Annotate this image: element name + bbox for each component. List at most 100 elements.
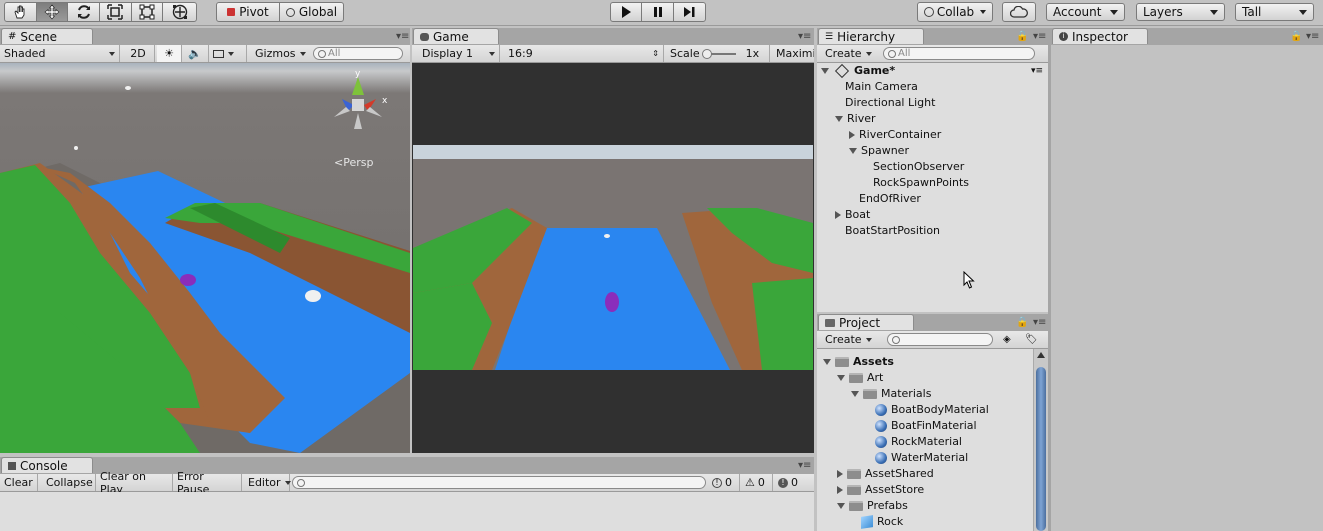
chevron-right-icon[interactable]: [837, 486, 843, 494]
console-search-input[interactable]: [292, 476, 706, 489]
scale-slider-thumb[interactable]: [701, 48, 712, 59]
lighting-toggle[interactable]: ☀: [157, 45, 182, 62]
gizmos-dropdown[interactable]: Gizmos: [251, 45, 308, 62]
tab-scene[interactable]: # Scene: [1, 28, 93, 44]
project-item[interactable]: Assets: [823, 354, 894, 370]
project-create-dropdown[interactable]: Create: [821, 331, 877, 348]
maximize-toggle[interactable]: Maximi: [772, 45, 814, 62]
info-toggle[interactable]: ! 0: [708, 474, 740, 491]
project-item[interactable]: AssetStore: [837, 482, 924, 498]
chevron-down-icon[interactable]: [851, 391, 859, 397]
2d-toggle[interactable]: 2D: [122, 45, 155, 62]
hierarchy-item[interactable]: EndOfRiver: [849, 191, 921, 207]
project-search-input[interactable]: [887, 333, 993, 346]
layers-dropdown[interactable]: Layers: [1136, 3, 1225, 21]
global-button[interactable]: Global: [280, 3, 343, 21]
project-item[interactable]: Art: [837, 370, 883, 386]
hierarchy-item[interactable]: RockSpawnPoints: [863, 175, 969, 191]
collab-button[interactable]: Collab: [917, 2, 993, 22]
hierarchy-item[interactable]: River: [835, 111, 876, 127]
panel-menu-icon[interactable]: ▾≡: [1033, 31, 1046, 42]
step-button[interactable]: [674, 3, 705, 21]
tab-inspector[interactable]: i Inspector: [1052, 28, 1148, 44]
effects-dropdown[interactable]: [209, 45, 247, 62]
layout-dropdown[interactable]: Tall: [1235, 3, 1314, 21]
scroll-up-arrow[interactable]: [1037, 352, 1045, 358]
hierarchy-item[interactable]: Spawner: [849, 143, 909, 159]
hierarchy-item[interactable]: Directional Light: [835, 95, 935, 111]
tab-console[interactable]: Console: [1, 457, 93, 473]
panel-menu-icon[interactable]: ▾≡: [798, 31, 811, 42]
tab-project[interactable]: Project: [818, 314, 914, 330]
error-toggle[interactable]: ! 0: [774, 474, 808, 491]
project-scrollbar[interactable]: [1033, 349, 1048, 531]
game-viewport[interactable]: [412, 63, 814, 453]
move-tool-icon[interactable]: [36, 3, 69, 21]
project-item[interactable]: AssetShared: [837, 466, 934, 482]
pause-button[interactable]: [642, 3, 674, 21]
shading-dropdown[interactable]: Shaded: [0, 45, 120, 62]
console-log-area[interactable]: [0, 492, 814, 531]
hand-tool-icon[interactable]: [5, 3, 37, 21]
panel-menu-icon[interactable]: ▾≡: [798, 460, 811, 471]
chevron-down-icon[interactable]: [821, 68, 829, 74]
panel-menu-icon[interactable]: ▾≡: [1306, 31, 1319, 42]
project-item[interactable]: RockMaterial: [865, 434, 962, 450]
rotate-tool-icon[interactable]: [68, 3, 101, 21]
project-item[interactable]: BoatBodyMaterial: [865, 402, 989, 418]
play-button[interactable]: [611, 3, 643, 21]
collapse-button[interactable]: Collapse: [42, 474, 96, 491]
lock-icon[interactable]: 🔒: [1016, 31, 1028, 42]
lock-icon[interactable]: 🔒: [1290, 31, 1302, 42]
chevron-down-icon[interactable]: [837, 503, 845, 509]
scene-search-input[interactable]: All: [313, 47, 403, 60]
filter-by-label-button[interactable]: 🏷: [1021, 331, 1043, 348]
panel-menu-icon[interactable]: ▾≡: [1031, 63, 1043, 79]
clear-button[interactable]: Clear: [0, 474, 38, 491]
panel-menu-icon[interactable]: ▾≡: [396, 31, 409, 42]
pivot-button[interactable]: Pivot: [217, 3, 280, 21]
project-item[interactable]: Prefabs: [837, 498, 908, 514]
cloud-button[interactable]: [1002, 2, 1036, 22]
project-item[interactable]: BoatFinMaterial: [865, 418, 977, 434]
panel-menu-icon[interactable]: ▾≡: [1033, 317, 1046, 328]
chevron-right-icon[interactable]: [837, 470, 843, 478]
audio-toggle[interactable]: 🔈: [182, 45, 209, 62]
scrollbar-thumb[interactable]: [1036, 367, 1046, 531]
project-item[interactable]: WaterMaterial: [865, 450, 968, 466]
rect-tool-icon[interactable]: [132, 3, 164, 21]
chevron-down-icon[interactable]: [823, 359, 831, 365]
scale-slider[interactable]: [701, 48, 736, 59]
hierarchy-item[interactable]: Main Camera: [835, 79, 918, 95]
project-item[interactable]: Materials: [851, 386, 931, 402]
display-dropdown[interactable]: Display 1: [418, 45, 500, 62]
error-pause-button[interactable]: Error Pause: [173, 470, 242, 496]
chevron-right-icon[interactable]: [835, 211, 841, 219]
account-dropdown[interactable]: Account: [1046, 3, 1125, 21]
chevron-right-icon[interactable]: [849, 131, 855, 139]
hierarchy-item[interactable]: BoatStartPosition: [835, 223, 940, 239]
editor-dropdown[interactable]: Editor: [244, 474, 291, 491]
hierarchy-item[interactable]: Boat: [835, 207, 870, 223]
project-item[interactable]: Rock: [851, 514, 903, 530]
scene-gizmo[interactable]: y x: [328, 69, 390, 135]
transform-tool-icon[interactable]: [163, 3, 196, 21]
chevron-down-icon[interactable]: [835, 116, 843, 122]
hierarchy-item[interactable]: SectionObserver: [863, 159, 964, 175]
scale-tool-icon[interactable]: [100, 3, 132, 21]
hierarchy-search-input[interactable]: All: [883, 47, 1035, 60]
filter-by-type-button[interactable]: ◈: [999, 331, 1019, 348]
chevron-down-icon[interactable]: [849, 148, 857, 154]
scene-root[interactable]: Game* ▾≡: [821, 63, 1045, 79]
persp-label[interactable]: <Persp: [334, 156, 373, 169]
chevron-down-icon[interactable]: [837, 375, 845, 381]
lock-icon[interactable]: 🔒: [1016, 317, 1028, 328]
tab-game[interactable]: Game: [413, 28, 499, 44]
hierarchy-create-dropdown[interactable]: Create: [821, 45, 877, 62]
aspect-dropdown[interactable]: 16:9 ⇕: [504, 45, 664, 62]
hierarchy-item[interactable]: RiverContainer: [849, 127, 941, 143]
scene-viewport[interactable]: y x <Persp: [0, 63, 410, 453]
warning-toggle[interactable]: ⚠ 0: [741, 474, 773, 491]
clear-on-play-button[interactable]: Clear on Play: [96, 470, 173, 496]
tab-hierarchy[interactable]: ☰ Hierarchy: [818, 28, 924, 44]
